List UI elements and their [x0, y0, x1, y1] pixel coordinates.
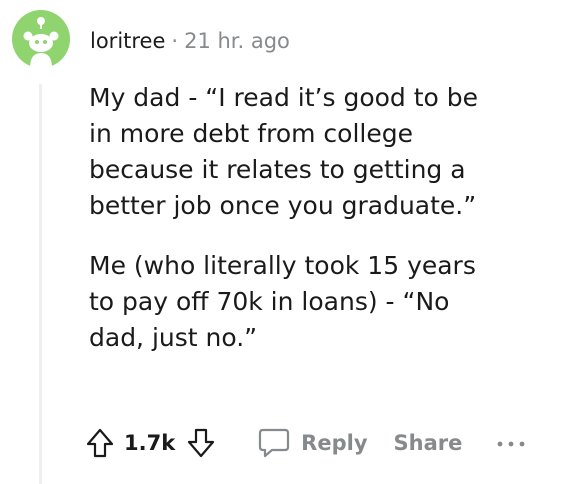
author-username[interactable]: loritree: [90, 29, 165, 53]
thread-line[interactable]: [39, 84, 42, 484]
comment-meta: loritree · 21 hr. ago: [90, 26, 290, 56]
arrow-up-icon[interactable]: [86, 427, 114, 459]
comment-body: My dad - “I read it’s good to be in more…: [89, 80, 559, 356]
comment-paragraph: Me (who literally took 15 years to pay o…: [89, 251, 476, 352]
speech-bubble-icon[interactable]: [257, 426, 291, 460]
reply-button[interactable]: Reply: [301, 431, 367, 455]
arrow-down-icon[interactable]: [187, 427, 215, 459]
comment-paragraph: My dad - “I read it’s good to be in more…: [89, 83, 479, 220]
vote-score: 1.7k: [124, 431, 176, 455]
comment-timestamp[interactable]: 21 hr. ago: [184, 29, 290, 53]
meta-separator: ·: [171, 29, 179, 53]
comment-actions: 1.7k Reply Share: [86, 420, 526, 466]
share-button[interactable]: Share: [394, 431, 463, 455]
ellipsis-icon[interactable]: [496, 439, 526, 449]
snoo-avatar-icon[interactable]: [12, 10, 70, 68]
comment: loritree · 21 hr. ago My dad - “I read it’…: [0, 0, 574, 484]
